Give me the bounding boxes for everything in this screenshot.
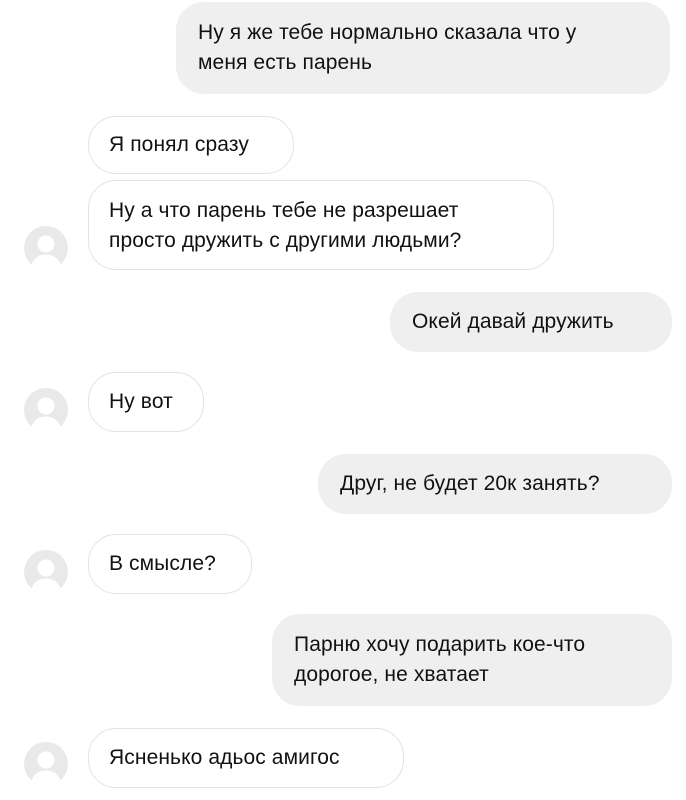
default-user-avatar-icon[interactable] — [24, 550, 68, 594]
default-user-avatar-icon[interactable] — [24, 742, 68, 786]
message-line: меня есть парень — [198, 51, 373, 74]
message-line: Ну а что парень тебе не разрешает — [109, 199, 459, 222]
message-bubble-incoming[interactable]: Ясненько адьос амигос — [88, 728, 404, 788]
message-line: дорогое, не хватает — [294, 663, 489, 686]
message-line: Ну вот — [109, 390, 173, 413]
message-line: В смысле? — [109, 552, 216, 575]
message-bubble-incoming[interactable]: В смысле? — [88, 534, 252, 594]
default-user-avatar-icon[interactable] — [24, 226, 68, 270]
message-line: Ну я же тебе нормально сказала что у — [198, 21, 577, 44]
message-bubble-outgoing[interactable]: Друг, не будет 20к занять? — [318, 454, 672, 514]
message-line: Ясненько адьос амигос — [109, 746, 340, 769]
message-line: просто дружить с другими людьми? — [109, 229, 462, 252]
message-bubble-outgoing[interactable]: Окей давай дружить — [390, 292, 672, 352]
message-bubble-outgoing[interactable]: Ну я же тебе нормально сказала что у мен… — [176, 2, 670, 94]
message-line: Окей давай дружить — [412, 310, 614, 333]
message-bubble-incoming[interactable]: Ну а что парень тебе не разрешает просто… — [88, 180, 554, 270]
chat-thread: Ну я же тебе нормально сказала что у мен… — [0, 0, 686, 800]
message-bubble-incoming[interactable]: Я понял сразу — [88, 116, 294, 174]
message-line: Парню хочу подарить кое-что — [294, 633, 586, 656]
message-bubble-incoming[interactable]: Ну вот — [88, 372, 204, 432]
message-line: Я понял сразу — [109, 133, 249, 156]
message-line: Друг, не будет 20к занять? — [340, 472, 600, 495]
message-bubble-outgoing[interactable]: Парню хочу подарить кое-что дорогое, не … — [272, 614, 672, 706]
default-user-avatar-icon[interactable] — [24, 388, 68, 432]
